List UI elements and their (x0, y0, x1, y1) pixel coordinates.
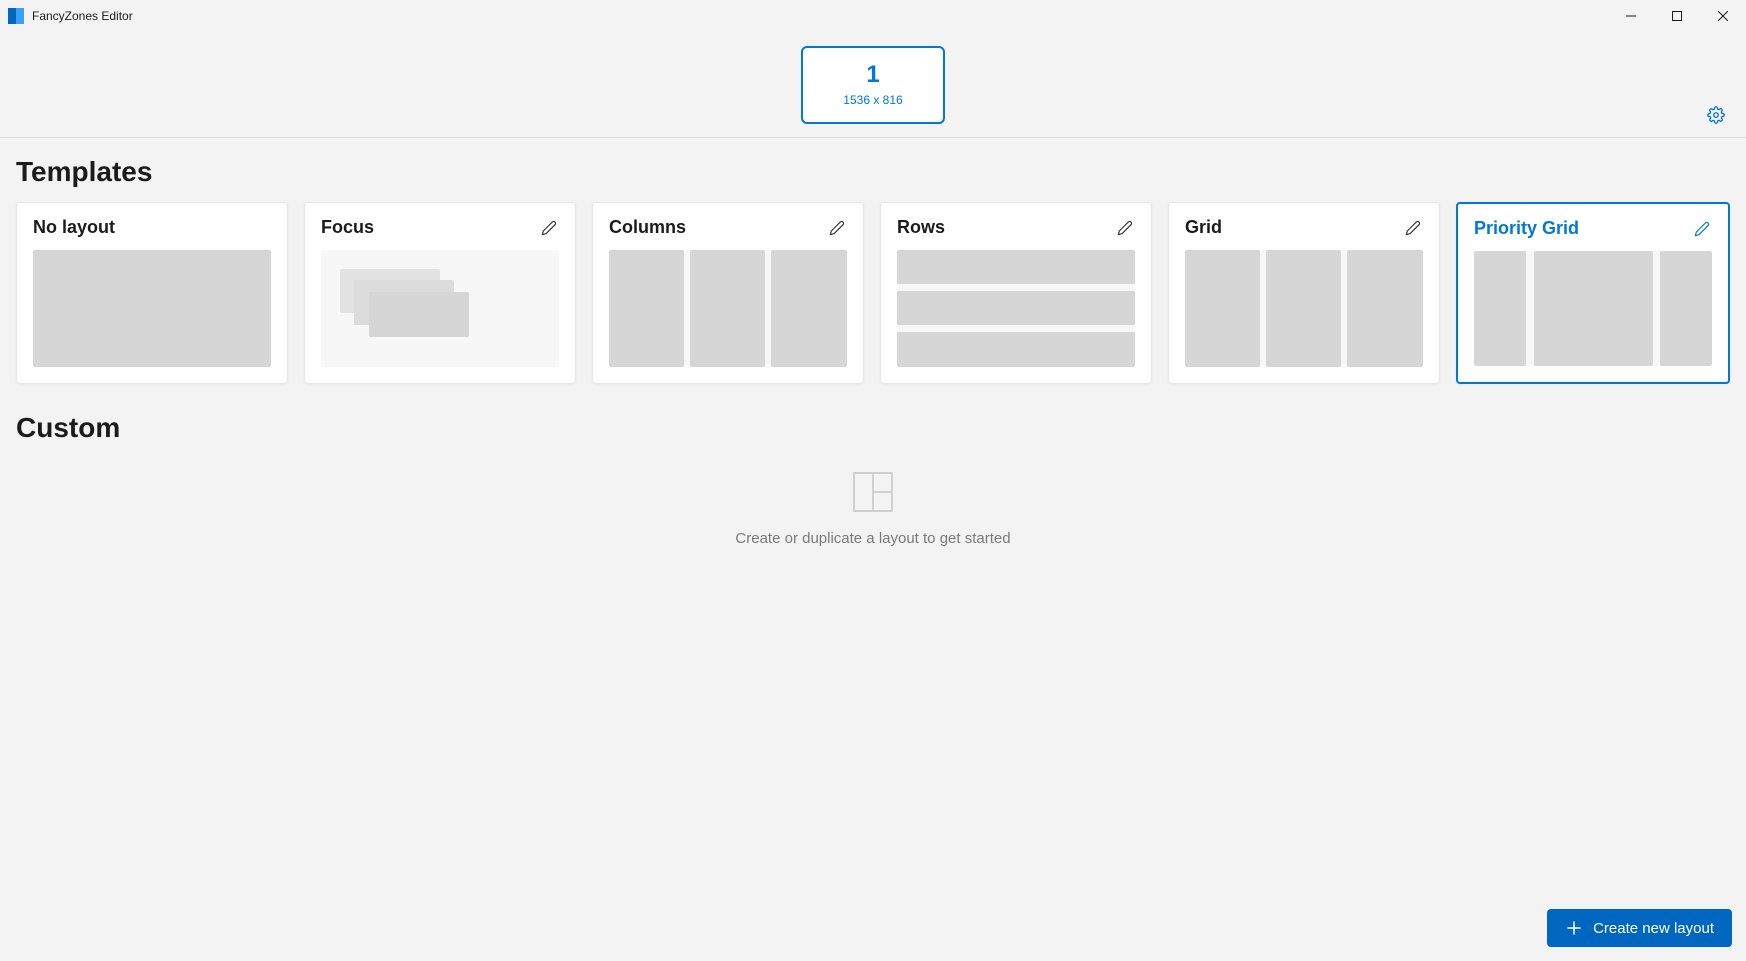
pencil-icon (541, 220, 557, 236)
custom-heading: Custom (16, 412, 1730, 444)
custom-empty-state: Create or duplicate a layout to get star… (16, 472, 1730, 547)
templates-heading: Templates (16, 156, 1730, 188)
minimize-button[interactable] (1608, 0, 1654, 32)
template-label: No layout (33, 217, 115, 238)
edit-template-button[interactable] (1115, 218, 1135, 238)
monitor-number: 1 (866, 63, 879, 87)
template-columns[interactable]: Columns (592, 202, 864, 384)
pencil-icon (1694, 221, 1710, 237)
window-controls (1608, 0, 1746, 32)
template-focus[interactable]: Focus (304, 202, 576, 384)
edit-template-button[interactable] (1403, 218, 1423, 238)
template-grid[interactable]: Grid (1168, 202, 1440, 384)
template-rows[interactable]: Rows (880, 202, 1152, 384)
pencil-icon (1405, 220, 1421, 236)
monitor-resolution: 1536 x 816 (843, 93, 902, 107)
template-preview (897, 250, 1135, 367)
template-preview (1185, 250, 1423, 367)
edit-template-button[interactable] (827, 218, 847, 238)
template-no-layout[interactable]: No layout (16, 202, 288, 384)
edit-template-button[interactable] (539, 218, 559, 238)
app-icon (8, 8, 24, 24)
main-content: Templates No layout Focus (0, 138, 1746, 547)
template-label: Priority Grid (1474, 218, 1579, 239)
layout-empty-icon (853, 472, 893, 512)
template-preview (321, 250, 559, 367)
maximize-button[interactable] (1654, 0, 1700, 32)
edit-template-button[interactable] (1692, 219, 1712, 239)
template-preview (609, 250, 847, 367)
window-title: FancyZones Editor (32, 9, 133, 23)
template-label: Rows (897, 217, 945, 238)
gear-icon (1707, 106, 1725, 124)
template-priority-grid[interactable]: Priority Grid (1456, 202, 1730, 384)
create-new-layout-button[interactable]: Create new layout (1547, 909, 1732, 947)
pencil-icon (1117, 220, 1133, 236)
plus-icon (1565, 919, 1583, 937)
monitor-panel: 1 1536 x 816 (0, 32, 1746, 138)
template-preview (1474, 251, 1712, 366)
monitor-tile-1[interactable]: 1 1536 x 816 (801, 46, 945, 124)
template-label: Grid (1185, 217, 1222, 238)
titlebar: FancyZones Editor (0, 0, 1746, 32)
template-preview (33, 250, 271, 367)
template-label: Focus (321, 217, 374, 238)
close-button[interactable] (1700, 0, 1746, 32)
custom-empty-message: Create or duplicate a layout to get star… (735, 530, 1010, 547)
create-button-label: Create new layout (1593, 920, 1714, 937)
templates-list: No layout Focus Columns (16, 202, 1730, 384)
template-label: Columns (609, 217, 686, 238)
pencil-icon (829, 220, 845, 236)
settings-button[interactable] (1704, 103, 1728, 127)
